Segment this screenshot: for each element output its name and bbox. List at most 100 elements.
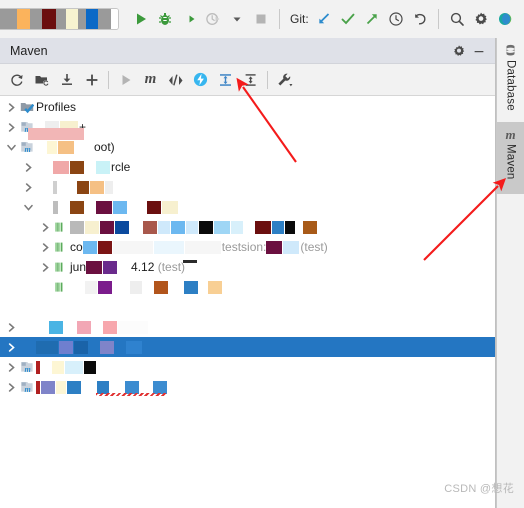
app-icon[interactable] <box>493 7 517 31</box>
panel-settings-button[interactable] <box>449 41 469 61</box>
tree-twisty[interactable] <box>4 342 18 352</box>
tree-twisty[interactable] <box>4 102 18 112</box>
chevron-down-icon <box>23 204 33 211</box>
database-icon <box>506 44 515 56</box>
generate-sources-button[interactable] <box>29 67 54 92</box>
stripe-tab-database[interactable]: Database <box>497 38 524 122</box>
execute-maven-goal-button[interactable]: m <box>138 67 163 92</box>
redacted-block <box>105 180 113 194</box>
redacted-block <box>153 240 184 254</box>
tree-twisty[interactable] <box>4 382 18 392</box>
label-text: oot) <box>94 140 115 154</box>
tree-row-selected[interactable] <box>0 337 495 357</box>
debug-button[interactable] <box>153 7 177 31</box>
tree-node-label: rcle <box>53 157 130 177</box>
git-history-button[interactable] <box>384 7 408 31</box>
add-maven-project-button[interactable] <box>79 67 104 92</box>
chevron-right-icon <box>8 122 15 132</box>
tree-row[interactable]: Profiles <box>0 97 495 117</box>
tree-twisty[interactable] <box>38 242 52 252</box>
redacted-block <box>97 240 112 254</box>
chevron-right-icon <box>8 342 15 352</box>
m-letter-icon: m <box>144 71 157 87</box>
redacted-block <box>70 280 84 294</box>
chevron-right-icon <box>8 362 15 372</box>
maven-projects-tree[interactable]: Profilesm+moot)rclecotestsion:(test)jun4… <box>0 97 495 508</box>
redacted-block <box>183 259 198 263</box>
redacted-block <box>97 9 112 29</box>
tree-node-icon <box>18 100 36 114</box>
right-tool-window-stripe: Database m Maven <box>496 38 524 508</box>
redacted-block <box>86 260 103 274</box>
download-sources-button[interactable] <box>54 67 79 92</box>
tree-row[interactable] <box>0 217 495 237</box>
tree-row[interactable] <box>0 177 495 197</box>
profile-dropdown[interactable] <box>225 7 249 31</box>
library-icon <box>55 282 63 292</box>
tree-row[interactable] <box>0 297 495 317</box>
tree-node-label <box>36 340 178 354</box>
stripe-tab-maven[interactable]: m Maven <box>497 122 524 194</box>
tree-twisty[interactable] <box>4 122 18 132</box>
tree-row[interactable]: rcle <box>0 157 495 177</box>
git-update-project-button[interactable] <box>312 7 336 31</box>
toggle-offline-mode-button[interactable] <box>188 67 213 92</box>
gear-icon <box>475 12 487 25</box>
label-text: 4.12 <box>131 260 155 274</box>
toolbar-separator-2 <box>437 9 439 29</box>
tree-row[interactable]: m+ <box>0 117 495 140</box>
settings-button[interactable] <box>469 7 493 31</box>
tree-row[interactable] <box>0 277 495 297</box>
redacted-block <box>65 360 83 374</box>
redacted-block <box>266 240 283 254</box>
toggle-skip-tests-button[interactable] <box>163 67 188 92</box>
maven-settings-button[interactable] <box>272 67 297 92</box>
redacted-block <box>199 220 213 234</box>
tree-twisty[interactable] <box>38 262 52 272</box>
run-with-coverage-button[interactable] <box>177 7 201 31</box>
redacted-block <box>41 380 55 394</box>
collapse-all-button[interactable] <box>238 67 263 92</box>
tree-twisty[interactable] <box>4 143 18 152</box>
search-icon <box>450 12 464 26</box>
git-rollback-button[interactable] <box>408 7 432 31</box>
maven-panel-title: Maven <box>10 43 48 58</box>
minimize-icon <box>474 50 484 52</box>
svg-text:m: m <box>25 385 31 394</box>
redacted-block <box>85 280 97 294</box>
folder-sync-icon <box>35 75 49 86</box>
redacted-block <box>130 220 142 234</box>
tree-twisty[interactable] <box>21 182 35 192</box>
tree-row[interactable]: jun 4.12 (test) <box>0 257 495 277</box>
redacted-block <box>65 9 78 29</box>
redacted-block <box>111 9 118 29</box>
chevron-down-icon <box>233 17 241 22</box>
label-text: (test) <box>300 240 328 254</box>
tree-row[interactable] <box>0 197 495 217</box>
git-commit-button[interactable] <box>336 7 360 31</box>
tree-scrollbar[interactable] <box>486 38 495 508</box>
tree-row[interactable]: co testsion: (test) <box>0 237 495 257</box>
tree-twisty[interactable] <box>4 362 18 372</box>
check-icon <box>341 13 355 25</box>
tree-row[interactable]: m <box>0 377 495 397</box>
run-button[interactable] <box>129 7 153 31</box>
tree-twisty[interactable] <box>21 203 35 212</box>
redacted-block <box>143 280 153 294</box>
tree-twisty[interactable] <box>38 222 52 232</box>
run-configuration-selector[interactable] <box>0 8 119 30</box>
tree-row[interactable] <box>0 317 495 337</box>
redacted-block <box>52 360 64 374</box>
tree-row[interactable]: m <box>0 357 495 377</box>
git-push-button[interactable] <box>360 7 384 31</box>
tree-row[interactable]: m oot) <box>0 137 495 157</box>
label-text: rcle <box>111 160 131 174</box>
tree-twisty[interactable] <box>4 322 18 332</box>
expand-all-button[interactable] <box>213 67 238 92</box>
tree-twisty[interactable] <box>21 162 35 172</box>
chevron-right-icon <box>42 262 49 272</box>
redacted-block <box>70 160 84 174</box>
reload-all-maven-projects-button[interactable] <box>4 67 29 92</box>
redacted-block <box>283 240 300 254</box>
search-everywhere-button[interactable] <box>445 7 469 31</box>
